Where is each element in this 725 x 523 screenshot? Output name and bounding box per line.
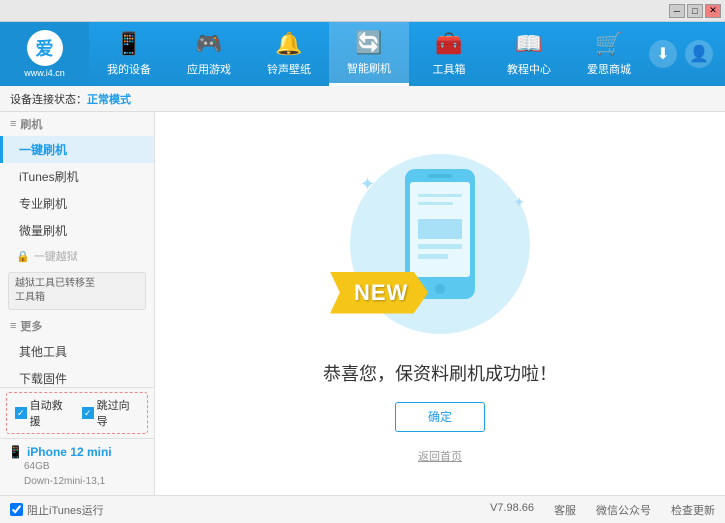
skip-wizard-label: 跳过向导 [97,397,139,429]
maximize-button[interactable]: □ [687,4,703,18]
sidebar: ≡ 刷机 一键刷机 iTunes刷机 专业刷机 微量刷机 🔒 一键越狱 越狱工具… [0,112,155,495]
header-right: ⬇ 👤 [649,40,725,68]
wipe-flash-label: 微量刷机 [19,224,67,238]
footer: 阻止iTunes运行 V7.98.66 客服 微信公众号 检查更新 [0,495,725,523]
status-bar: 设备连接状态： 正常模式 [0,86,725,112]
section-flash-header: ≡ 刷机 [0,112,154,136]
sidebar-item-wipe-flash[interactable]: 微量刷机 [0,217,154,244]
auto-save-check-icon: ✓ [15,407,27,419]
header: 爱 www.i4.cn 📱 我的设备 🎮 应用游戏 🔔 铃声壁纸 🔄 智能刷机 … [0,22,725,86]
sparkle-right-icon: ✦ [513,194,525,211]
status-mode: 正常模式 [87,91,131,107]
close-button[interactable]: ✕ [705,4,721,18]
my-device-icon: 📱 [115,31,142,57]
shop-icon: 🛒 [595,31,622,57]
jailbreak-info-box: 越狱工具已转移至工具箱 [8,272,146,310]
sidebar-item-other-tools[interactable]: 其他工具 [0,338,154,365]
itunes-status-label: 阻止iTunes运行 [27,502,104,518]
nav-ringtones-label: 铃声壁纸 [267,61,311,77]
smart-flash-icon: 🔄 [355,30,382,56]
nav-bar: 📱 我的设备 🎮 应用游戏 🔔 铃声壁纸 🔄 智能刷机 🧰 工具箱 📖 教程中心… [89,22,649,86]
device-info: 📱 iPhone 12 mini 64GB Down-12mini-13,1 [0,438,154,495]
phone-icon: 📱 [8,445,23,459]
device-storage: 64GB [8,459,146,474]
device-name: 📱 iPhone 12 mini [8,445,146,459]
section-more-icon: ≡ [10,320,16,332]
nav-shop-label: 爱思商城 [587,61,631,77]
ringtones-icon: 🔔 [275,31,302,57]
nav-apps-games[interactable]: 🎮 应用游戏 [169,22,249,86]
customer-service-link[interactable]: 客服 [554,502,576,518]
title-bar: ─ □ ✕ [0,0,725,22]
nav-tutorials-label: 教程中心 [507,61,551,77]
apps-games-icon: 🎮 [195,31,222,57]
tutorials-icon: 📖 [515,31,542,57]
logo-area[interactable]: 爱 www.i4.cn [0,22,89,86]
other-tools-label: 其他工具 [19,345,67,359]
logo-url: www.i4.cn [24,68,65,78]
user-button[interactable]: 👤 [685,40,713,68]
itunes-checkbox[interactable] [10,503,23,516]
device-version: Down-12mini-13,1 [8,474,146,489]
section-more-header: ≡ 更多 [0,314,154,338]
back-home-link[interactable]: 返回首页 [418,448,462,464]
illustration: ✦ ✦ [323,144,557,464]
checkbox-area: ✓ 自动救援 ✓ 跳过向导 [6,392,148,434]
footer-left: 阻止iTunes运行 [10,502,104,518]
sparkle-left-icon: ✦ [360,174,375,195]
one-click-flash-label: 一键刷机 [19,143,67,157]
nav-tutorials[interactable]: 📖 教程中心 [489,22,569,86]
success-text: 恭喜您，保资料刷机成功啦！ [323,360,557,386]
nav-shop[interactable]: 🛒 爱思商城 [569,22,649,86]
toolbox-icon: 🧰 [435,31,462,57]
lock-icon: 🔒 [16,250,30,263]
skip-wizard-checkbox[interactable]: ✓ 跳过向导 [82,397,139,429]
window-controls[interactable]: ─ □ ✕ [669,4,721,18]
version-label: V7.98.66 [490,502,534,518]
minimize-button[interactable]: ─ [669,4,685,18]
auto-save-checkbox[interactable]: ✓ 自动救援 [15,397,72,429]
jailbreak-info-text: 越狱工具已转移至工具箱 [15,278,95,303]
nav-smart-flash-label: 智能刷机 [347,60,391,76]
check-update-link[interactable]: 检查更新 [671,502,715,518]
auto-save-label: 自动救援 [30,397,72,429]
nav-toolbox-label: 工具箱 [433,61,466,77]
nav-smart-flash[interactable]: 🔄 智能刷机 [329,22,409,86]
pro-flash-label: 专业刷机 [19,197,67,211]
content-area: ✦ ✦ [155,112,725,495]
section-more-label: 更多 [20,318,42,334]
section-flash-label: 刷机 [20,116,42,132]
wechat-public-link[interactable]: 微信公众号 [596,502,651,518]
download-firmware-label: 下载固件 [19,372,67,386]
sidebar-item-one-click-flash[interactable]: 一键刷机 [0,136,154,163]
nav-ringtones[interactable]: 🔔 铃声壁纸 [249,22,329,86]
status-prefix: 设备连接状态： [10,91,87,107]
nav-my-device-label: 我的设备 [107,61,151,77]
sidebar-scroll: ≡ 刷机 一键刷机 iTunes刷机 专业刷机 微量刷机 🔒 一键越狱 越狱工具… [0,112,154,387]
section-jailbreak-header: 🔒 一键越狱 [0,244,154,268]
nav-apps-games-label: 应用游戏 [187,61,231,77]
section-flash-icon: ≡ [10,118,16,130]
skip-wizard-check-icon: ✓ [82,407,94,419]
logo-icon: 爱 [27,30,63,66]
new-badge-text: NEW [354,280,408,305]
confirm-button[interactable]: 确定 [395,402,485,432]
phone-badge-container: ✦ ✦ [340,144,540,344]
sidebar-item-download-firmware[interactable]: 下载固件 [0,365,154,387]
nav-toolbox[interactable]: 🧰 工具箱 [409,22,489,86]
sidebar-item-itunes-flash[interactable]: iTunes刷机 [0,163,154,190]
new-badge: NEW [330,272,428,314]
nav-my-device[interactable]: 📱 我的设备 [89,22,169,86]
section-jailbreak-label: 一键越狱 [34,248,78,264]
sidebar-footer: ✓ 自动救援 ✓ 跳过向导 📱 iPhone 12 mini 64GB Down… [0,387,154,495]
sidebar-item-pro-flash[interactable]: 专业刷机 [0,190,154,217]
download-button[interactable]: ⬇ [649,40,677,68]
footer-right: V7.98.66 客服 微信公众号 检查更新 [490,502,715,518]
itunes-flash-label: iTunes刷机 [19,170,79,184]
device-name-text: iPhone 12 mini [27,445,112,459]
main-area: ≡ 刷机 一键刷机 iTunes刷机 专业刷机 微量刷机 🔒 一键越狱 越狱工具… [0,112,725,495]
